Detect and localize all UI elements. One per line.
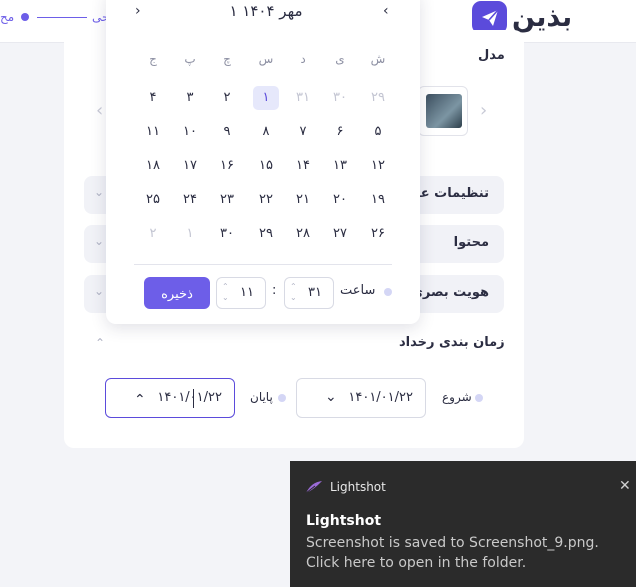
weekday-label: ی [335, 52, 345, 66]
calendar-day[interactable]: ۱۲ [365, 154, 391, 178]
weekday-label: س [258, 52, 274, 66]
calendar-day[interactable]: ۱۱ [140, 120, 166, 144]
chevron-up-icon: ⌃ [134, 392, 146, 408]
carousel-next-icon[interactable]: › [480, 100, 487, 121]
weekday-label: ج [149, 52, 157, 66]
model-label: مدل [478, 48, 505, 63]
step-dot [21, 13, 29, 21]
start-dot [475, 394, 483, 402]
calendar-day[interactable]: ۳۰ [214, 222, 240, 246]
calendar-day[interactable]: ۲۹ [365, 86, 391, 110]
schedule-title: زمان بندی رخداد [399, 335, 505, 350]
calendar-day[interactable]: ۲۸ [290, 222, 316, 246]
calendar-day[interactable]: ۲ [140, 222, 166, 246]
calendar-day[interactable]: ۲ [214, 86, 240, 110]
toast-message[interactable]: Screenshot is saved to Screenshot_9.png.… [306, 533, 626, 573]
feather-icon [305, 479, 323, 498]
model-thumbnail[interactable] [418, 86, 468, 136]
minute-stepper[interactable]: ⌃ ⌄ ۳۱ [284, 277, 334, 309]
carousel-prev-icon[interactable]: ‹ [96, 100, 103, 121]
time-dot [384, 288, 392, 296]
stepper-arrows-icon[interactable]: ⌃ ⌄ [222, 281, 229, 303]
calendar-month-title[interactable]: ۱ مهر ۱۴۰۴ [206, 2, 326, 20]
calendar-day[interactable]: ۱۸ [140, 154, 166, 178]
notification-toast[interactable]: Lightshot ✕ Lightshot Screenshot is save… [290, 461, 636, 587]
progress-steps: مح حی [0, 7, 110, 27]
calendar-day[interactable]: ۷ [290, 120, 316, 144]
calendar-day[interactable]: ۱۵ [253, 154, 279, 178]
calendar-day[interactable]: ۱۳ [327, 154, 353, 178]
chevron-down-icon: ⌄ [94, 284, 105, 298]
step-label-next[interactable]: مح [0, 10, 14, 24]
text-caret [193, 389, 194, 408]
calendar-day[interactable]: ۹ [214, 120, 240, 144]
calendar-day[interactable]: ۱۹ [365, 188, 391, 212]
calendar-day[interactable]: ۴ [140, 86, 166, 110]
calendar-day[interactable]: ۲۲ [253, 188, 279, 212]
date-picker-popup: › ۱ مهر ۱۴۰۴ ‹ شیدسچپج ۲۹ ۳۰ ۳۱ ۱ ۲ ۳ ۴ ۵ ۶ ۷ ۸ ۹ ۱۰… [106, 0, 420, 324]
calendar-day[interactable]: ۱۶ [214, 154, 240, 178]
calendar-day[interactable]: ۲۵ [140, 188, 166, 212]
end-dot [278, 394, 286, 402]
chevron-down-icon: ⌄ [94, 185, 105, 199]
calendar-day[interactable]: ۲۹ [253, 222, 279, 246]
calendar-day[interactable]: ۱۷ [177, 154, 203, 178]
calendar-day[interactable]: ۲۷ [327, 222, 353, 246]
weekday-label: ش [370, 52, 386, 66]
toast-app-name: Lightshot [330, 480, 386, 494]
chevron-left-icon[interactable]: ‹ [383, 3, 389, 19]
calendar-day[interactable]: ۲۳ [214, 188, 240, 212]
start-label: شروع [442, 390, 472, 404]
calendar-day[interactable]: ۸ [253, 120, 279, 144]
hour-stepper[interactable]: ⌃ ⌄ ۱۱ [216, 277, 266, 309]
chevron-down-icon: ⌄ [94, 234, 105, 248]
accordion-settings-title: تنظیمات عم [410, 186, 489, 201]
calendar-day[interactable]: ۱ [177, 222, 203, 246]
toast-title: Lightshot [306, 513, 382, 529]
model-image [426, 94, 462, 128]
calendar-day[interactable]: ۲۴ [177, 188, 203, 212]
end-date-value: ۱۴۰۱/۰۱/۲۲ [157, 390, 222, 405]
calendar-day[interactable]: ۵ [365, 120, 391, 144]
chevron-down-icon: ⌄ [325, 389, 337, 405]
hour-value: ۱۱ [240, 285, 254, 300]
logo-text: بذین [512, 2, 573, 33]
save-button[interactable]: ذخیره [144, 277, 210, 309]
time-separator: : [272, 283, 277, 298]
weekday-label: د [300, 52, 306, 66]
stepper-arrows-icon[interactable]: ⌃ ⌄ [290, 281, 297, 303]
chevron-right-icon[interactable]: › [135, 3, 141, 19]
chevron-up-icon[interactable]: ⌃ [95, 336, 105, 350]
calendar-day[interactable]: ۳ [177, 86, 203, 110]
start-date-value: ۱۴۰۱/۰۱/۲۲ [348, 390, 413, 405]
calendar-day[interactable]: ۲۰ [327, 188, 353, 212]
calendar-day[interactable]: ۲۱ [290, 188, 316, 212]
calendar-day[interactable]: ۶ [327, 120, 353, 144]
end-label: پایان [250, 390, 273, 404]
minute-value: ۳۱ [308, 285, 322, 300]
accordion-visual-identity-title: هویت بصری [410, 285, 489, 300]
calendar-day[interactable]: ۲۶ [365, 222, 391, 246]
calendar-day[interactable]: ۳۰ [327, 86, 353, 110]
step-connector [37, 17, 87, 18]
divider [134, 264, 392, 265]
weekday-label: پ [184, 52, 196, 66]
weekday-label: چ [223, 52, 231, 66]
end-date-input[interactable]: ۱۴۰۱/۰۱/۲۲ ⌃ [105, 378, 235, 418]
accordion-content-title: محتوا [453, 235, 489, 250]
calendar-day[interactable]: ۳۱ [290, 86, 316, 110]
close-icon[interactable]: ✕ [619, 478, 631, 494]
calendar-day[interactable]: ۱۰ [177, 120, 203, 144]
start-date-select[interactable]: ۱۴۰۱/۰۱/۲۲ ⌄ [296, 378, 426, 418]
time-label: ساعت [340, 283, 376, 298]
calendar-day[interactable]: ۱ [253, 86, 279, 110]
calendar-day[interactable]: ۱۴ [290, 154, 316, 178]
